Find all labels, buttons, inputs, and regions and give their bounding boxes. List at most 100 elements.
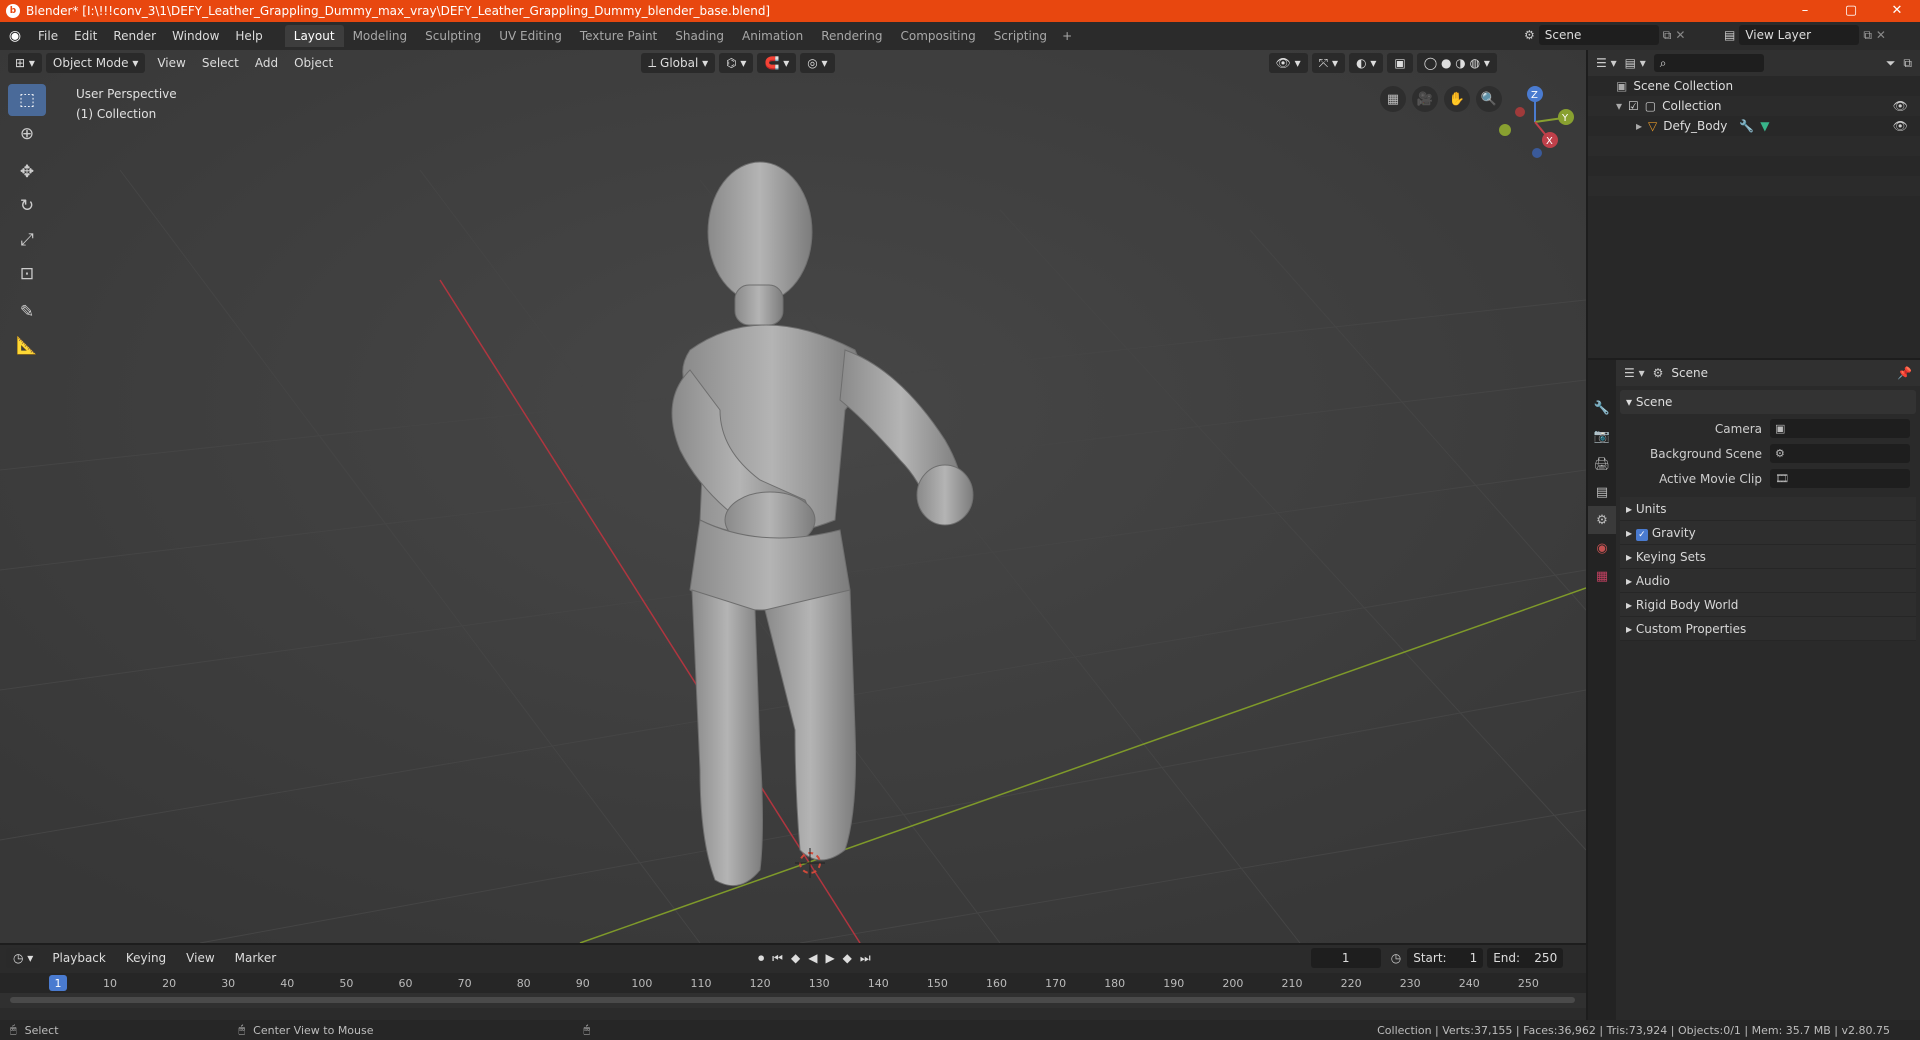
proportional-edit-icon[interactable]: ◎ ▾	[800, 53, 835, 73]
scene-tab-icon[interactable]: ⚙	[1588, 506, 1616, 534]
custom-properties-panel[interactable]: ▸ Custom Properties	[1620, 617, 1916, 641]
minimize-button[interactable]: –	[1782, 0, 1828, 22]
timeline-menu-marker[interactable]: Marker	[227, 951, 284, 965]
play-reverse-icon[interactable]: ◀	[808, 951, 817, 966]
outliner-row-collection[interactable]: ▾ ☑ ▢ Collection 👁	[1588, 96, 1920, 116]
movie-clip-field[interactable]: 🎞	[1770, 469, 1910, 488]
camera-field[interactable]: ▣	[1770, 419, 1910, 438]
viewport-menu-view[interactable]: View	[149, 56, 193, 70]
scene-icon[interactable]: ⚙	[1524, 28, 1535, 42]
viewport-menu-select[interactable]: Select	[194, 56, 247, 70]
workspace-tab-animation[interactable]: Animation	[733, 25, 812, 47]
outliner-editor-icon[interactable]: ☰ ▾	[1596, 56, 1617, 70]
tool-tab-icon[interactable]: 🔧	[1588, 394, 1616, 422]
scale-tool-icon[interactable]: ⤢	[8, 224, 46, 256]
visibility-icon[interactable]: 👁 ▾	[1268, 53, 1308, 73]
keying-sets-panel[interactable]: ▸ Keying Sets	[1620, 545, 1916, 569]
scene-field[interactable]: Scene	[1538, 25, 1659, 45]
xray-icon[interactable]: ▣	[1387, 53, 1413, 73]
blender-menu-icon[interactable]: ◉	[0, 28, 30, 44]
units-panel[interactable]: ▸ Units	[1620, 497, 1916, 521]
record-icon[interactable]: ⏺	[758, 951, 764, 966]
collection-visibility-icon[interactable]: 👁	[1893, 99, 1908, 113]
shading-modes-icon[interactable]: ◯ ● ◑ ◍ ▾	[1416, 53, 1497, 73]
outliner-search-input[interactable]: ⌕	[1653, 54, 1764, 72]
end-frame-field[interactable]: End: 250	[1487, 948, 1564, 968]
object-expand-icon[interactable]: ▸	[1636, 119, 1642, 133]
close-button[interactable]: ✕	[1874, 0, 1920, 22]
timeline-ruler[interactable]: 1 10 20 30 40 50 60 70 80 90 100 110 120 130 140 150 160…	[0, 973, 1586, 993]
rotate-tool-icon[interactable]: ↻	[8, 190, 46, 222]
menu-window[interactable]: Window	[164, 29, 227, 43]
render-tab-icon[interactable]: 📷	[1588, 422, 1616, 450]
background-scene-field[interactable]: ⚙	[1770, 444, 1910, 463]
play-icon[interactable]: ▶	[825, 951, 834, 966]
view-layer-icon[interactable]: ▤	[1724, 28, 1735, 42]
editor-type-icon[interactable]: ⊞ ▾	[8, 53, 42, 73]
display-mode-icon[interactable]: ▤ ▾	[1625, 56, 1646, 70]
output-tab-icon[interactable]: 🖨	[1588, 450, 1616, 478]
workspace-tab-rendering[interactable]: Rendering	[812, 25, 891, 47]
outliner-row-scene-collection[interactable]: ▣ Scene Collection	[1588, 76, 1920, 96]
timeline-menu-playback[interactable]: Playback	[44, 951, 114, 965]
object-mode-dropdown[interactable]: Object Mode ▾	[45, 53, 146, 73]
timeline-menu-keying[interactable]: Keying	[118, 951, 174, 965]
overlay-toggle-icon[interactable]: ◐ ▾	[1349, 53, 1384, 73]
pin-icon[interactable]: 📌	[1897, 366, 1912, 380]
new-scene-icon[interactable]: ⧉	[1663, 28, 1672, 43]
next-keyframe-icon[interactable]: ◆	[843, 951, 852, 966]
snap-icon[interactable]: 🧲 ▾	[757, 53, 797, 73]
gravity-checkbox[interactable]: ✓	[1635, 529, 1648, 541]
zoom-view-icon[interactable]: 🔍	[1476, 86, 1502, 112]
delete-scene-icon[interactable]: ✕	[1675, 28, 1685, 42]
prev-keyframe-icon[interactable]: ◆	[791, 951, 800, 966]
view-layer-field[interactable]: View Layer	[1739, 25, 1860, 45]
new-collection-icon[interactable]: ⧉	[1903, 56, 1912, 71]
cursor-tool-icon[interactable]: ⊕	[8, 118, 46, 150]
current-frame-field[interactable]: 1	[1310, 948, 1381, 968]
jump-start-icon[interactable]: ⏮	[772, 951, 783, 966]
transform-orientation-dropdown[interactable]: ⟂ Global ▾	[641, 53, 716, 73]
workspace-tab-modeling[interactable]: Modeling	[344, 25, 417, 47]
workspace-tab-texture-paint[interactable]: Texture Paint	[571, 25, 666, 47]
pan-view-icon[interactable]: ✋	[1444, 86, 1470, 112]
menu-render[interactable]: Render	[105, 29, 164, 43]
3d-viewport[interactable]: Z Y X ⊞ ▾ Object Mode ▾ View Select Add Obj…	[0, 50, 1586, 943]
workspace-tab-uv-editing[interactable]: UV Editing	[490, 25, 571, 47]
menu-help[interactable]: Help	[227, 29, 270, 43]
menu-edit[interactable]: Edit	[66, 29, 105, 43]
workspace-tab-layout[interactable]: Layout	[284, 25, 344, 47]
timeline-scrollbar[interactable]	[10, 997, 1575, 1003]
maximize-button[interactable]: ▢	[1828, 0, 1874, 22]
gizmo-toggle-icon[interactable]: ⤧ ▾	[1311, 53, 1346, 73]
world-tab-icon[interactable]: ◉	[1588, 534, 1616, 562]
properties-editor-icon[interactable]: ☰ ▾	[1624, 366, 1645, 380]
audio-panel[interactable]: ▸ Audio	[1620, 569, 1916, 593]
clock-icon[interactable]: ◷	[1391, 951, 1401, 965]
select-box-tool-icon[interactable]: ⬚	[8, 84, 46, 116]
texture-tab-icon[interactable]: ▦	[1588, 562, 1616, 590]
new-view-layer-icon[interactable]: ⧉	[1863, 28, 1872, 43]
workspace-tab-shading[interactable]: Shading	[666, 25, 733, 47]
filter-icon[interactable]: ⏷	[1886, 56, 1896, 71]
annotate-tool-icon[interactable]: ✎	[8, 296, 46, 328]
viewport-menu-object[interactable]: Object	[286, 56, 341, 70]
collection-checkbox-icon[interactable]: ☑	[1628, 99, 1639, 113]
scene-panel-header[interactable]: ▾ Scene	[1620, 390, 1916, 414]
view-layer-tab-icon[interactable]: ▤	[1588, 478, 1616, 506]
workspace-tab-sculpting[interactable]: Sculpting	[416, 25, 490, 47]
gravity-panel[interactable]: ▸ ✓ Gravity	[1620, 521, 1916, 545]
viewport-menu-add[interactable]: Add	[247, 56, 286, 70]
start-frame-field[interactable]: Start: 1	[1407, 948, 1484, 968]
timeline-track[interactable]	[0, 993, 1586, 1008]
camera-view-icon[interactable]: 🎥	[1412, 86, 1438, 112]
timeline-editor-icon[interactable]: ◷ ▾	[6, 948, 41, 968]
rigid-body-world-panel[interactable]: ▸ Rigid Body World	[1620, 593, 1916, 617]
workspace-tab-compositing[interactable]: Compositing	[891, 25, 984, 47]
perspective-toggle-icon[interactable]: ▦	[1380, 86, 1406, 112]
add-workspace-icon[interactable]: +	[1056, 25, 1078, 47]
move-tool-icon[interactable]: ✥	[8, 156, 46, 188]
workspace-tab-scripting[interactable]: Scripting	[985, 25, 1056, 47]
timeline-menu-view[interactable]: View	[178, 951, 222, 965]
transform-tool-icon[interactable]: ⊡	[8, 258, 46, 290]
